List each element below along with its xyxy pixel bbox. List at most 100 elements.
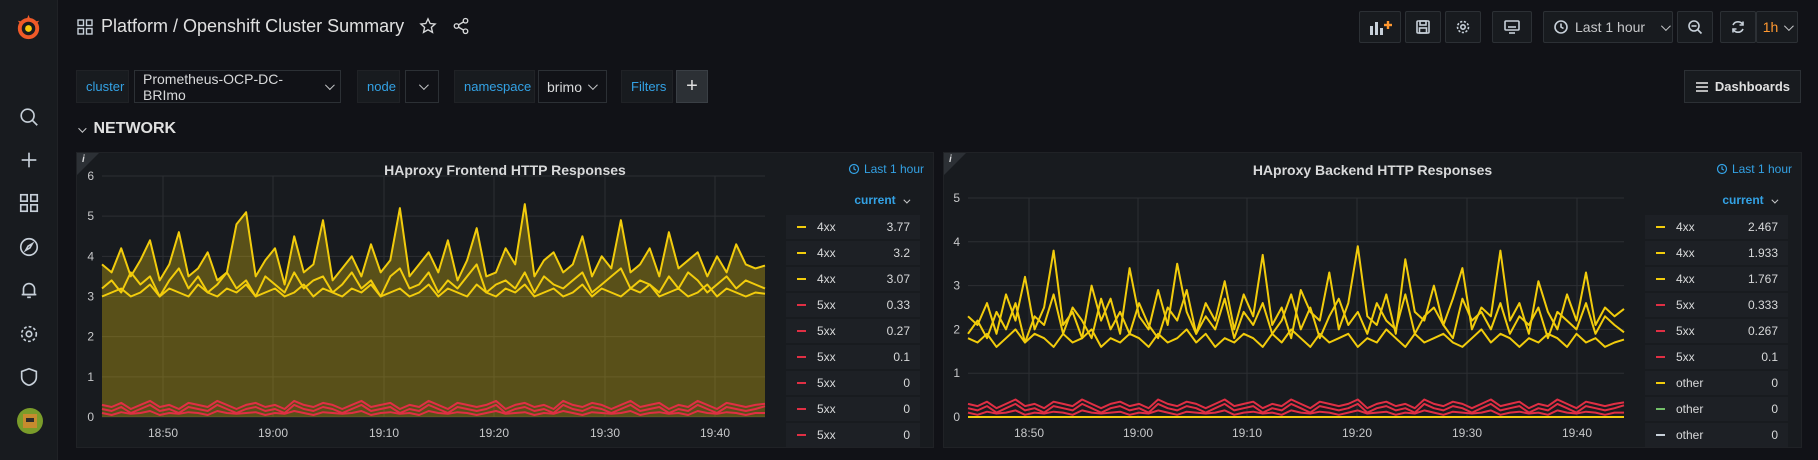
- series-area: [102, 204, 765, 417]
- y-tick-label: 2: [953, 322, 960, 336]
- legend-swatch[interactable]: [1656, 226, 1665, 228]
- clock-icon: [848, 163, 860, 175]
- panel-title[interactable]: HAproxy Backend HTTP Responses: [944, 162, 1801, 178]
- refresh-interval-picker[interactable]: 1h: [1756, 11, 1798, 43]
- y-tick-label: 2: [87, 330, 94, 344]
- search-icon[interactable]: [17, 105, 41, 129]
- legend-swatch[interactable]: [1656, 408, 1665, 410]
- legend-item[interactable]: 5xx 0: [786, 397, 920, 421]
- dashboards-grid-icon[interactable]: [17, 191, 41, 215]
- dashboard-settings-button[interactable]: [1445, 11, 1481, 43]
- legend-item[interactable]: 5xx 0.267: [1645, 319, 1788, 343]
- legend-header-current[interactable]: current: [1722, 193, 1779, 207]
- legend-swatch[interactable]: [1656, 278, 1665, 280]
- legend-item[interactable]: 5xx 0.27: [786, 319, 920, 343]
- refresh-button[interactable]: [1720, 11, 1756, 43]
- legend-item[interactable]: other 0: [1645, 371, 1788, 395]
- chevron-down-icon: [587, 80, 598, 91]
- legend-value: 1.933: [1747, 246, 1778, 260]
- x-tick-label: 19:10: [1232, 426, 1262, 440]
- legend-item[interactable]: 4xx 1.767: [1645, 267, 1788, 291]
- legend-name: other: [1676, 402, 1704, 416]
- x-tick-label: 19:20: [479, 426, 509, 440]
- y-tick-label: 1: [953, 366, 960, 380]
- legend-value: 0.27: [886, 324, 910, 338]
- dashboards-links-button[interactable]: Dashboards: [1683, 70, 1801, 103]
- row-title-network[interactable]: NETWORK: [78, 120, 176, 138]
- chevron-down-icon: [1661, 20, 1671, 31]
- legend-swatch[interactable]: [797, 382, 806, 384]
- time-range-picker[interactable]: Last 1 hour: [1543, 11, 1673, 43]
- legend-item[interactable]: 4xx 3.77: [786, 215, 920, 239]
- legend-item[interactable]: 5xx 0.333: [1645, 293, 1788, 317]
- save-dashboard-button[interactable]: [1405, 11, 1441, 43]
- legend-item[interactable]: 5xx 0: [786, 423, 920, 447]
- legend-item[interactable]: 5xx 0.1: [786, 345, 920, 369]
- legend-name: 5xx: [817, 324, 836, 338]
- legend-value: 1.767: [1747, 272, 1778, 286]
- legend-item[interactable]: 5xx 0.1: [1645, 345, 1788, 369]
- variable-select-node[interactable]: [405, 70, 439, 103]
- monitor-icon: [1504, 20, 1520, 34]
- legend-swatch[interactable]: [797, 304, 806, 306]
- page-title[interactable]: Platform / Openshift Cluster Summary: [101, 16, 404, 37]
- cycle-view-mode-button[interactable]: [1492, 11, 1532, 43]
- legend-header-current[interactable]: current: [854, 193, 911, 207]
- save-icon: [1416, 20, 1430, 34]
- legend-swatch[interactable]: [797, 278, 806, 280]
- legend-swatch[interactable]: [1656, 382, 1665, 384]
- legend-item[interactable]: 4xx 3.2: [786, 241, 920, 265]
- star-icon[interactable]: [419, 17, 437, 35]
- legend-item[interactable]: 5xx 0: [786, 371, 920, 395]
- x-tick-label: 19:00: [1123, 426, 1153, 440]
- explore-compass-icon[interactable]: [17, 235, 41, 259]
- legend-swatch[interactable]: [1656, 330, 1665, 332]
- configuration-gear-icon[interactable]: [17, 322, 41, 346]
- legend-swatch[interactable]: [797, 408, 806, 410]
- legend-name: 5xx: [817, 428, 836, 442]
- legend-value: 3.07: [886, 272, 910, 286]
- legend-swatch[interactable]: [1656, 356, 1665, 358]
- legend-header-label: current: [854, 193, 896, 207]
- panel-title[interactable]: HAproxy Frontend HTTP Responses: [77, 162, 933, 178]
- legend-name: 4xx: [1676, 272, 1695, 286]
- clock-icon: [1554, 20, 1568, 34]
- legend-swatch[interactable]: [797, 226, 806, 228]
- grafana-logo-icon[interactable]: [13, 12, 44, 43]
- legend-swatch[interactable]: [797, 356, 806, 358]
- add-filter-button[interactable]: +: [676, 70, 708, 103]
- admin-shield-icon[interactable]: [17, 365, 41, 389]
- variable-select-namespace[interactable]: brimo: [538, 70, 607, 103]
- y-tick-label: 3: [953, 279, 960, 293]
- legend-swatch[interactable]: [797, 434, 806, 436]
- bars-icon: [1695, 81, 1708, 92]
- add-panel-button[interactable]: [1359, 11, 1401, 43]
- legend-item[interactable]: 4xx 1.933: [1645, 241, 1788, 265]
- variable-select-cluster[interactable]: Prometheus-OCP-DC-BRImo: [134, 70, 341, 103]
- legend-name: 5xx: [817, 376, 836, 390]
- y-tick-label: 4: [87, 249, 94, 263]
- legend-name: 4xx: [817, 272, 836, 286]
- legend-value: 0.333: [1747, 298, 1778, 312]
- user-avatar[interactable]: [17, 408, 43, 434]
- panel-backend-http-responses[interactable]: 0 1 2 3 4 5 18:50 19:00 19:10 19:20 19:30 19:40 i H…: [943, 152, 1802, 448]
- zoom-out-button[interactable]: [1677, 11, 1713, 43]
- x-tick-label: 19:20: [1342, 426, 1372, 440]
- panel-frontend-http-responses[interactable]: 0 1 2 3 4 5 6 18:50 19:00 19:10 19:20 19:30 19:40 i …: [76, 152, 934, 448]
- legend-item[interactable]: 4xx 3.07: [786, 267, 920, 291]
- create-plus-icon[interactable]: [17, 148, 41, 172]
- legend-swatch[interactable]: [797, 330, 806, 332]
- legend-item[interactable]: 5xx 0.33: [786, 293, 920, 317]
- legend-swatch[interactable]: [1656, 434, 1665, 436]
- alerting-bell-icon[interactable]: [17, 278, 41, 302]
- legend-swatch[interactable]: [1656, 304, 1665, 306]
- series-line[interactable]: [967, 328, 1625, 348]
- legend-name: other: [1676, 376, 1704, 390]
- legend-item[interactable]: other 0: [1645, 423, 1788, 447]
- legend-swatch[interactable]: [1656, 252, 1665, 254]
- share-icon[interactable]: [452, 17, 470, 35]
- legend-item[interactable]: 4xx 2.467: [1645, 215, 1788, 239]
- legend-item[interactable]: other 0: [1645, 397, 1788, 421]
- top-navbar: Platform / Openshift Cluster Summary Las…: [57, 0, 1818, 56]
- legend-swatch[interactable]: [797, 252, 806, 254]
